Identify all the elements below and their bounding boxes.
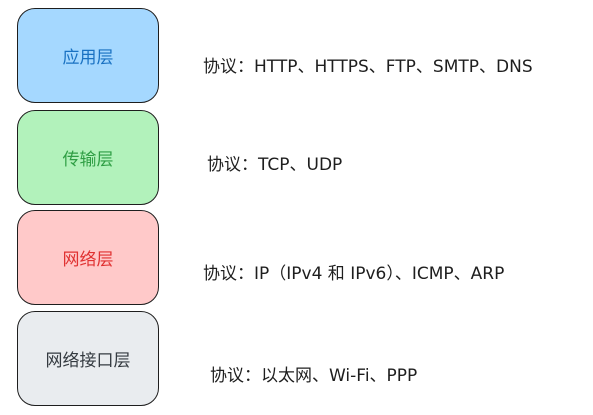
layer-label-link: 网络接口层 <box>45 351 131 371</box>
layer-box-transport: 传输层 <box>17 110 159 205</box>
layer-box-link: 网络接口层 <box>17 311 159 406</box>
layer-label-network: 网络层 <box>62 250 114 270</box>
layer-box-application: 应用层 <box>17 8 159 103</box>
layer-label-transport: 传输层 <box>62 150 114 170</box>
protocols-link: 协议：以太网、Wi-Fi、PPP <box>210 366 418 386</box>
layer-box-network: 网络层 <box>17 210 159 305</box>
layer-label-application: 应用层 <box>62 48 114 68</box>
protocols-transport: 协议：TCP、UDP <box>207 155 343 175</box>
protocols-application: 协议：HTTP、HTTPS、FTP、SMTP、DNS <box>203 57 533 77</box>
protocols-network: 协议：IP（IPv4 和 IPv6）、ICMP、ARP <box>203 264 505 284</box>
